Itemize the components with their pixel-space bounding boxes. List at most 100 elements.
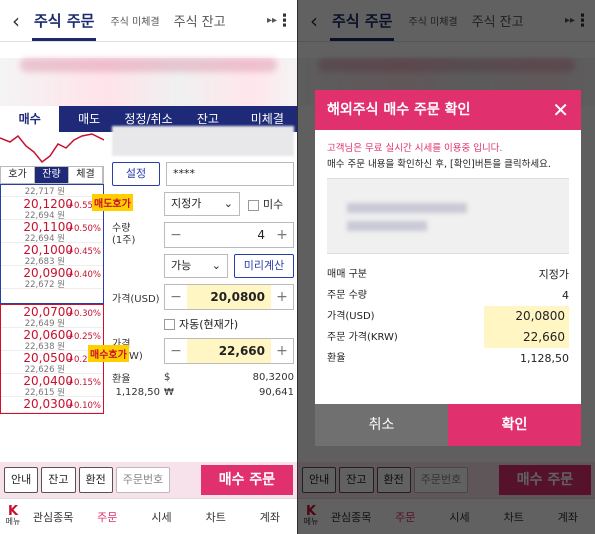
account-blurred [112, 126, 294, 156]
quote-tabs: 호가 잔량 체결 [0, 166, 104, 184]
order-type-select[interactable]: 지정가 ⌄ [164, 192, 240, 216]
close-icon[interactable]: ✕ [552, 90, 569, 130]
summary-value: 지정가 [538, 268, 569, 281]
ask-rate: +0.40% [66, 270, 101, 280]
menu-button[interactable]: K메뉴 [0, 503, 26, 527]
tab-volume[interactable]: 잔량 [35, 167, 69, 183]
ask-quotes-tag: 매도호가 [92, 194, 133, 211]
summary-label: 환율 [327, 353, 346, 364]
auto-price-label: 자동(현재가) [179, 318, 239, 331]
guide-button[interactable]: 안내 [4, 467, 39, 493]
bid-row[interactable]: 20,0700 +0.30% 22,649 원 [1, 305, 103, 329]
ask-row[interactable]: 20,1000 +0.45% 22,683 원 [1, 243, 103, 267]
krw-amount: 90,641 [259, 387, 294, 398]
krw-stepper[interactable]: − 22,660 + [164, 338, 294, 364]
setting-button[interactable]: 설정 [112, 162, 160, 186]
auto-price-checkbox[interactable]: 자동(현재가) [164, 316, 294, 332]
ask-krw: 22,717 원 [24, 187, 65, 197]
ask-row[interactable]: 22,717 원 [1, 185, 103, 197]
tab-stock-balance[interactable]: 주식 잔고 [174, 11, 226, 30]
summary-value: 1,128,50 [520, 352, 569, 365]
nav-quote[interactable]: 시세 [134, 509, 188, 525]
plus-icon[interactable]: + [271, 339, 293, 363]
bid-rate: +0.30% [66, 309, 101, 319]
dialog-header: 해외주식 매수 주문 확인 ✕ [315, 90, 581, 130]
price-label: 가격(USD) [112, 293, 160, 305]
summary-row: 매매 구분 지정가 [315, 264, 581, 285]
fx-rate-value: 1,128,50 [115, 387, 160, 398]
menu-label: 메뉴 [5, 516, 21, 526]
plus-icon[interactable]: + [271, 223, 293, 247]
summary-value: 20,0800 [484, 306, 569, 327]
more-icon[interactable]: ⋮ [276, 11, 293, 31]
ask-row[interactable]: 20,1100 +0.50% 22,694 원 [1, 220, 103, 244]
order-screen: ‹ 주식 주문 주식 미체결 주식 잔고 ▸▸ ⋮ 매수 매도 정정/취소 잔고… [0, 0, 297, 534]
tab-stock-unfilled[interactable]: 주식 미체결 [110, 13, 159, 28]
summary-label: 주문 가격(KRW) [327, 332, 398, 343]
quantity-value[interactable]: 4 [187, 223, 271, 247]
orderbook: 호가 잔량 체결 22,717 원 20,1200 +0.55% 22,694 … [0, 126, 105, 414]
minus-icon[interactable]: − [165, 285, 187, 309]
balance-button[interactable]: 잔고 [41, 467, 76, 493]
bid-rate: +0.10% [66, 401, 101, 411]
nav-order[interactable]: 주문 [80, 509, 134, 525]
summary-row: 주문 수량 4 [315, 285, 581, 306]
ask-krw: 22,672 원 [24, 280, 65, 290]
precalc-button[interactable]: 미리계산 [234, 254, 294, 278]
order-confirm-screen: ‹ 주식 주문 주식 미체결 주식 잔고 ▸▸ ⋮ 안내 잔고 환전 주문번호 … [298, 0, 595, 534]
usd-value: 80,3200 [252, 372, 294, 383]
bid-quotes-tag: 매수호가 [88, 345, 129, 362]
nav-watchlist[interactable]: 관심종목 [26, 509, 80, 525]
ask-rate: +0.45% [66, 247, 101, 257]
summary-value: 4 [562, 289, 569, 302]
dialog-buttons: 취소 확인 [315, 404, 581, 446]
summary-value: 22,660 [484, 327, 569, 348]
stock-name-blurred [327, 178, 569, 254]
price-value[interactable]: 20,0800 [187, 285, 271, 309]
summary-row: 환율 1,128,50 [315, 348, 581, 369]
won-symbol: ₩ [164, 387, 174, 398]
dialog-title: 해외주식 매수 주문 확인 [327, 102, 471, 118]
unfilled-checkbox[interactable]: 미수 [248, 196, 283, 212]
bid-row[interactable]: 20,0300 +0.10% [1, 397, 103, 413]
password-field[interactable]: **** [166, 162, 294, 186]
confirm-instruction: 매수 주문 내용을 확인하신 후, [확인]버튼을 클릭하세요. [327, 159, 551, 170]
order-type-value: 지정가 [171, 197, 202, 210]
bid-price: 20,0300 [23, 397, 73, 411]
available-select[interactable]: 가능 ⌄ [164, 254, 228, 278]
ask-row[interactable]: 20,0900 +0.40% 22,672 원 [1, 266, 103, 290]
ask-rate: +0.50% [66, 224, 101, 234]
buy-order-button[interactable]: 매수 주문 [201, 465, 293, 495]
cancel-button[interactable]: 취소 [315, 404, 448, 446]
price-stepper[interactable]: − 20,0800 + [164, 284, 294, 310]
confirm-button[interactable]: 확인 [448, 404, 581, 446]
chevron-down-icon: ⌄ [223, 197, 233, 210]
order-no-button[interactable]: 주문번호 [115, 467, 171, 493]
ask-row[interactable]: 20,1200 +0.55% 22,694 원 [1, 197, 103, 221]
summary-label: 주문 수량 [327, 290, 367, 301]
minus-icon[interactable]: − [165, 339, 187, 363]
bottom-action-bar: 안내 잔고 환전 주문번호 매수 주문 [0, 462, 297, 498]
bid-row[interactable]: 20,0400 +0.15% 22,615 원 [1, 374, 103, 398]
fx-label: 환율 [112, 374, 131, 385]
unfilled-label: 미수 [263, 198, 284, 211]
available-value: 가능 [171, 259, 192, 272]
summary-row: 주문 가격(KRW) 22,660 [315, 327, 581, 348]
krw-value[interactable]: 22,660 [187, 339, 271, 363]
header: ‹ 주식 주문 주식 미체결 주식 잔고 ▸▸ ⋮ [0, 0, 297, 42]
tab-stock-order[interactable]: 주식 주문 [32, 0, 97, 41]
mini-chart [0, 126, 105, 166]
nav-chart[interactable]: 차트 [189, 509, 243, 525]
quantity-stepper[interactable]: − 4 + [164, 222, 294, 248]
minus-icon[interactable]: − [165, 223, 187, 247]
realtime-notice: 고객님은 무료 실시간 시세를 이용중 입니다. [327, 143, 503, 154]
exchange-button[interactable]: 환전 [78, 467, 113, 493]
tab-trades[interactable]: 체결 [69, 167, 103, 183]
tab-quote[interactable]: 호가 [1, 167, 35, 183]
nav-account[interactable]: 계좌 [243, 509, 297, 525]
plus-icon[interactable]: + [271, 285, 293, 309]
logo-icon: K [7, 503, 19, 519]
summary-row: 가격(USD) 20,0800 [315, 306, 581, 327]
back-icon[interactable]: ‹ [0, 9, 32, 33]
usd-symbol: $ [164, 372, 171, 383]
